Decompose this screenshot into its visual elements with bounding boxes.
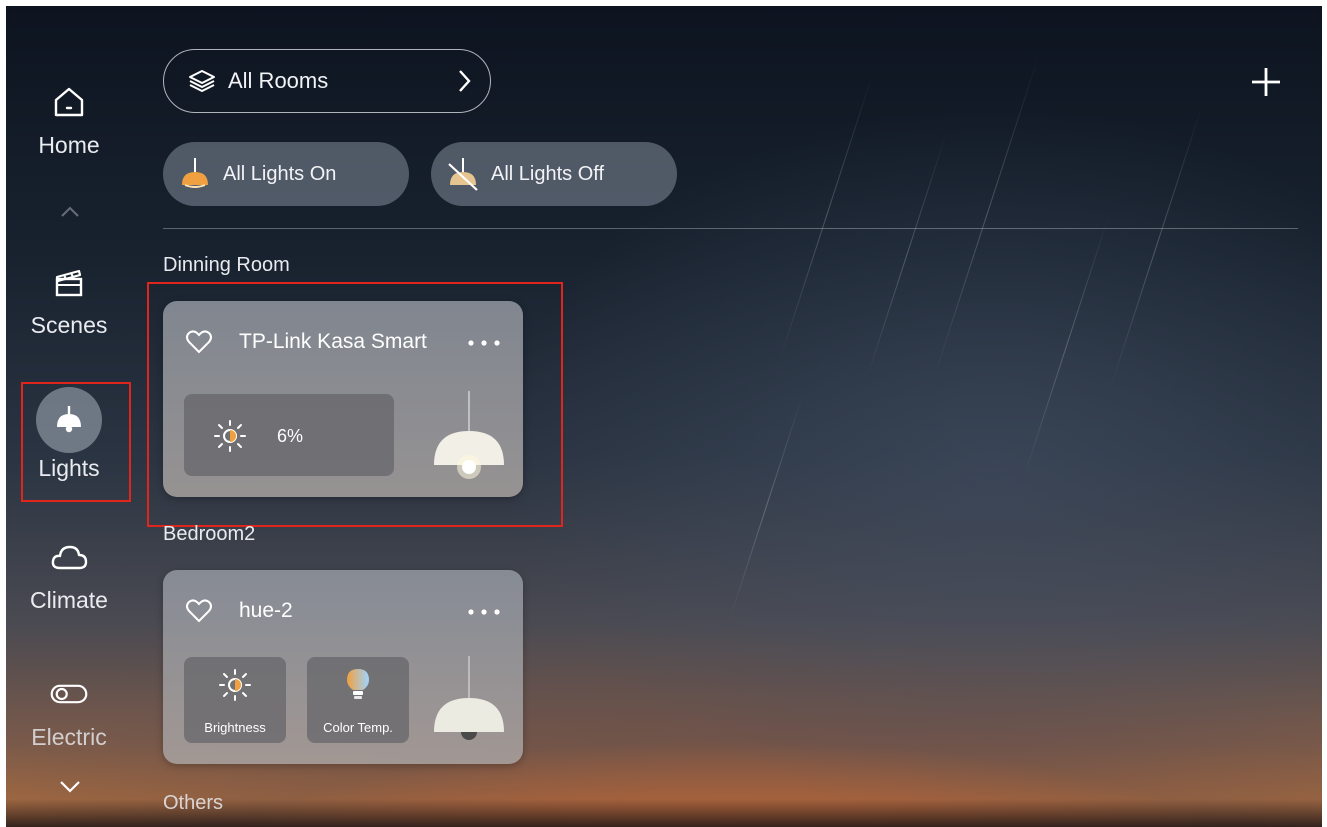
sidebar-item-lights[interactable]: Lights: [14, 387, 124, 482]
sidebar-item-label: Lights: [38, 455, 100, 481]
more-icon[interactable]: [467, 339, 501, 347]
divider: [163, 228, 1298, 229]
chevron-right-icon: [459, 70, 471, 92]
sidebar-item-electric[interactable]: Electric: [14, 674, 124, 751]
add-button[interactable]: [1250, 66, 1282, 98]
brightness-label: Brightness: [204, 720, 266, 735]
sidebar-item-scenes[interactable]: Scenes: [14, 262, 124, 339]
device-name: hue-2: [239, 599, 293, 622]
sidebar-item-label: Scenes: [30, 312, 108, 338]
brightness-control[interactable]: 6%: [184, 394, 394, 476]
all-lights-on-button[interactable]: All Lights On: [163, 142, 409, 206]
clapperboard-icon: [49, 262, 89, 302]
bulb-icon: [347, 669, 369, 699]
pendant-lamp-icon: [434, 656, 504, 740]
home-icon: [49, 82, 89, 122]
heart-icon[interactable]: [185, 329, 213, 355]
sidebar-item-climate[interactable]: Climate: [14, 537, 124, 614]
brightness-value: 6%: [277, 426, 304, 446]
section-title: Bedroom2: [163, 523, 256, 545]
room-selector-label: All Rooms: [228, 68, 329, 93]
pendant-lamp-icon: [434, 391, 504, 479]
color-temp-label: Color Temp.: [323, 720, 393, 735]
device-card[interactable]: hue-2 Brightness Color Temp.: [163, 570, 523, 764]
background-streak: [1109, 103, 1204, 389]
sidebar-item-home[interactable]: Home: [14, 82, 124, 159]
brightness-icon: [219, 669, 251, 701]
color-temp-button[interactable]: Color Temp.: [307, 657, 409, 743]
device-name: TP-Link Kasa Smart: [239, 330, 427, 353]
background-streak: [779, 73, 874, 359]
lamp-off-icon: [448, 158, 478, 191]
ceiling-lamp-icon: [36, 387, 102, 453]
toggle-switch-icon: [49, 674, 89, 714]
sidebar-item-label: Electric: [31, 724, 107, 750]
background-streak: [933, 54, 1040, 378]
sidebar-item-label: Climate: [30, 587, 108, 613]
all-lights-off-button[interactable]: All Lights Off: [431, 142, 677, 206]
background-streak: [1022, 212, 1111, 480]
background-streak: [728, 391, 805, 621]
brightness-icon: [214, 420, 246, 452]
sidebar-item-label: Home: [38, 132, 100, 158]
chevron-up-icon[interactable]: [56, 202, 84, 222]
more-icon[interactable]: [467, 608, 501, 616]
layers-icon: [189, 70, 215, 92]
chevron-down-icon[interactable]: [56, 776, 84, 796]
lamp-on-icon: [182, 158, 208, 188]
background-streak: [865, 132, 948, 380]
all-lights-off-label: All Lights Off: [491, 162, 605, 185]
section-title: Others: [163, 792, 224, 814]
device-card[interactable]: TP-Link Kasa Smart 6%: [163, 301, 523, 497]
room-selector[interactable]: All Rooms: [163, 49, 491, 113]
cloud-icon: [49, 537, 89, 577]
all-lights-on-label: All Lights On: [223, 162, 337, 185]
section-title: Dinning Room: [163, 254, 290, 276]
brightness-button[interactable]: Brightness: [184, 657, 286, 743]
heart-icon[interactable]: [185, 598, 213, 624]
